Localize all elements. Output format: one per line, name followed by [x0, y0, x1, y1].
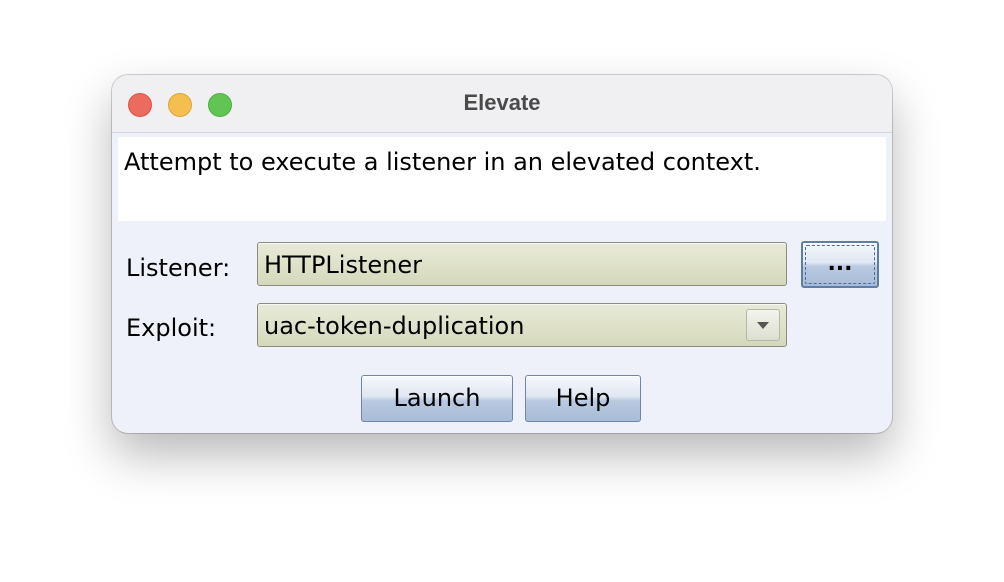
exploit-dropdown-button[interactable] — [746, 309, 780, 341]
elevate-dialog: Elevate Attempt to execute a listener in… — [112, 75, 892, 433]
window-title: Elevate — [463, 90, 541, 115]
desktop-background: Elevate Attempt to execute a listener in… — [0, 0, 1004, 582]
exploit-select[interactable]: uac-token-duplication — [257, 303, 787, 347]
exploit-label: Exploit: — [126, 314, 217, 342]
chevron-down-icon — [757, 322, 769, 329]
title-bar[interactable]: Elevate — [112, 75, 892, 133]
listener-label: Listener: — [126, 254, 231, 282]
help-button-label: Help — [555, 384, 611, 412]
listener-value: HTTPListener — [264, 251, 422, 279]
description-text: Attempt to execute a listener in an elev… — [124, 148, 761, 176]
help-button[interactable]: Help — [525, 375, 641, 422]
launch-button-label: Launch — [393, 384, 481, 412]
listener-field[interactable]: HTTPListener — [257, 242, 787, 286]
description-panel: Attempt to execute a listener in an elev… — [118, 137, 886, 221]
launch-button[interactable]: Launch — [361, 375, 513, 422]
browse-listener-button[interactable]: ... — [801, 241, 879, 288]
exploit-value: uac-token-duplication — [264, 312, 525, 340]
browse-button-label: ... — [827, 251, 853, 276]
